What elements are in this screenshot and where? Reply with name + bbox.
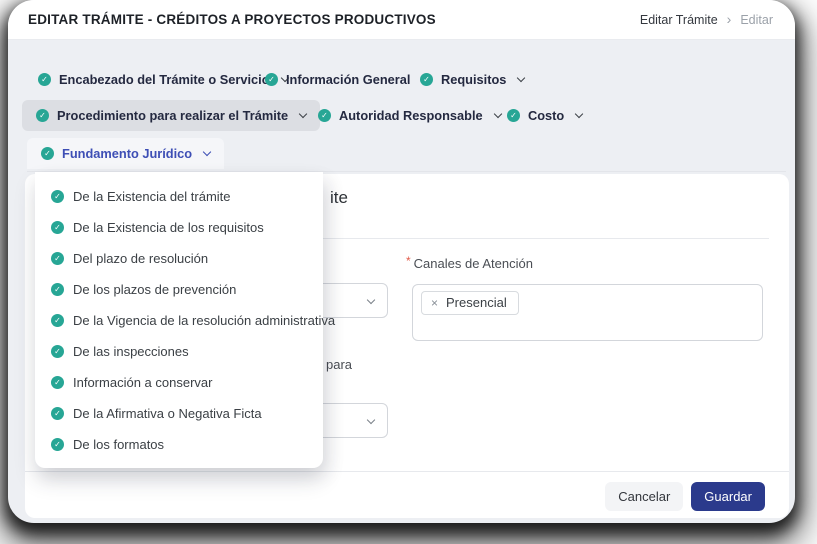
menu-item-plazo-resolucion[interactable]: Del plazo de resolución <box>35 243 323 274</box>
menu-item-label: Información a conservar <box>73 375 212 390</box>
page-title: EDITAR TRÁMITE - CRÉDITOS A PROYECTOS PR… <box>28 12 436 27</box>
tab-requisitos[interactable]: Requisitos <box>406 64 538 95</box>
check-icon <box>420 73 433 86</box>
menu-item-label: De los plazos de prevención <box>73 282 236 297</box>
chevron-down-icon <box>367 416 375 424</box>
check-icon <box>318 109 331 122</box>
breadcrumb: Editar Trámite › Editar <box>640 13 773 27</box>
menu-item-informacion-conservar[interactable]: Información a conservar <box>35 367 323 398</box>
app-window: EDITAR TRÁMITE - CRÉDITOS A PROYECTOS PR… <box>8 0 795 523</box>
check-icon <box>51 283 64 296</box>
tab-fundamento-juridico[interactable]: Fundamento Jurídico <box>27 138 224 169</box>
menu-item-label: De la Vigencia de la resolución administ… <box>73 313 335 328</box>
tab-label: Procedimiento para realizar el Trámite <box>57 108 288 123</box>
check-icon <box>51 345 64 358</box>
menu-item-existencia-tramite[interactable]: De la Existencia del trámite <box>35 181 323 212</box>
footer-divider <box>25 471 789 472</box>
save-button[interactable]: Guardar <box>691 482 765 511</box>
tab-autoridad-responsable[interactable]: Autoridad Responsable <box>304 100 515 131</box>
tab-label: Requisitos <box>441 72 506 87</box>
menu-item-label: De la Existencia de los requisitos <box>73 220 264 235</box>
close-icon[interactable]: × <box>431 297 438 309</box>
hidden-field-label-partial: para <box>326 357 352 372</box>
check-icon <box>51 407 64 420</box>
canales-field-label: * Canales de Atención <box>406 256 533 271</box>
check-icon <box>51 252 64 265</box>
footer-actions: Cancelar Guardar <box>605 482 765 511</box>
menu-item-formatos[interactable]: De los formatos <box>35 429 323 460</box>
menu-item-afirmativa-negativa-ficta[interactable]: De la Afirmativa o Negativa Ficta <box>35 398 323 429</box>
section-title-partial: ite <box>330 188 348 208</box>
check-icon <box>41 147 54 160</box>
check-icon <box>265 73 278 86</box>
breadcrumb-current: Editar <box>740 13 773 27</box>
tab-label: Fundamento Jurídico <box>62 146 192 161</box>
tab-label: Encabezado del Trámite o Servicio <box>59 72 270 87</box>
fundamento-juridico-dropdown: De la Existencia del trámite De la Exist… <box>35 172 323 468</box>
required-asterisk: * <box>406 254 411 268</box>
page-header: EDITAR TRÁMITE - CRÉDITOS A PROYECTOS PR… <box>8 0 795 40</box>
menu-item-plazos-prevencion[interactable]: De los plazos de prevención <box>35 274 323 305</box>
check-icon <box>51 376 64 389</box>
selected-tag-presencial: × Presencial <box>421 291 519 315</box>
tag-label: Presencial <box>446 295 507 310</box>
menu-item-inspecciones[interactable]: De las inspecciones <box>35 336 323 367</box>
tab-label: Costo <box>528 108 564 123</box>
chevron-right-icon: › <box>727 12 732 26</box>
cancel-button[interactable]: Cancelar <box>605 482 683 511</box>
menu-item-label: Del plazo de resolución <box>73 251 208 266</box>
chevron-down-icon <box>367 296 375 304</box>
check-icon <box>36 109 49 122</box>
check-icon <box>51 438 64 451</box>
chevron-down-icon <box>575 110 583 118</box>
tab-label: Información General <box>286 72 410 87</box>
canales-de-atencion-multiselect[interactable]: × Presencial <box>412 284 763 341</box>
menu-item-vigencia-resolucion[interactable]: De la Vigencia de la resolución administ… <box>35 305 323 336</box>
screenshot-stage: EDITAR TRÁMITE - CRÉDITOS A PROYECTOS PR… <box>0 0 817 544</box>
menu-item-label: De la Afirmativa o Negativa Ficta <box>73 406 262 421</box>
tab-procedimiento-para-realizar[interactable]: Procedimiento para realizar el Trámite <box>22 100 320 131</box>
tab-costo[interactable]: Costo <box>493 100 596 131</box>
menu-item-label: De la Existencia del trámite <box>73 189 231 204</box>
check-icon <box>51 190 64 203</box>
check-icon <box>507 109 520 122</box>
check-icon <box>51 314 64 327</box>
menu-item-existencia-requisitos[interactable]: De la Existencia de los requisitos <box>35 212 323 243</box>
check-icon <box>51 221 64 234</box>
menu-item-label: De los formatos <box>73 437 164 452</box>
tab-label: Autoridad Responsable <box>339 108 483 123</box>
chevron-down-icon <box>517 74 525 82</box>
chevron-down-icon <box>203 148 211 156</box>
check-icon <box>38 73 51 86</box>
menu-item-label: De las inspecciones <box>73 344 189 359</box>
breadcrumb-parent-link[interactable]: Editar Trámite <box>640 13 718 27</box>
